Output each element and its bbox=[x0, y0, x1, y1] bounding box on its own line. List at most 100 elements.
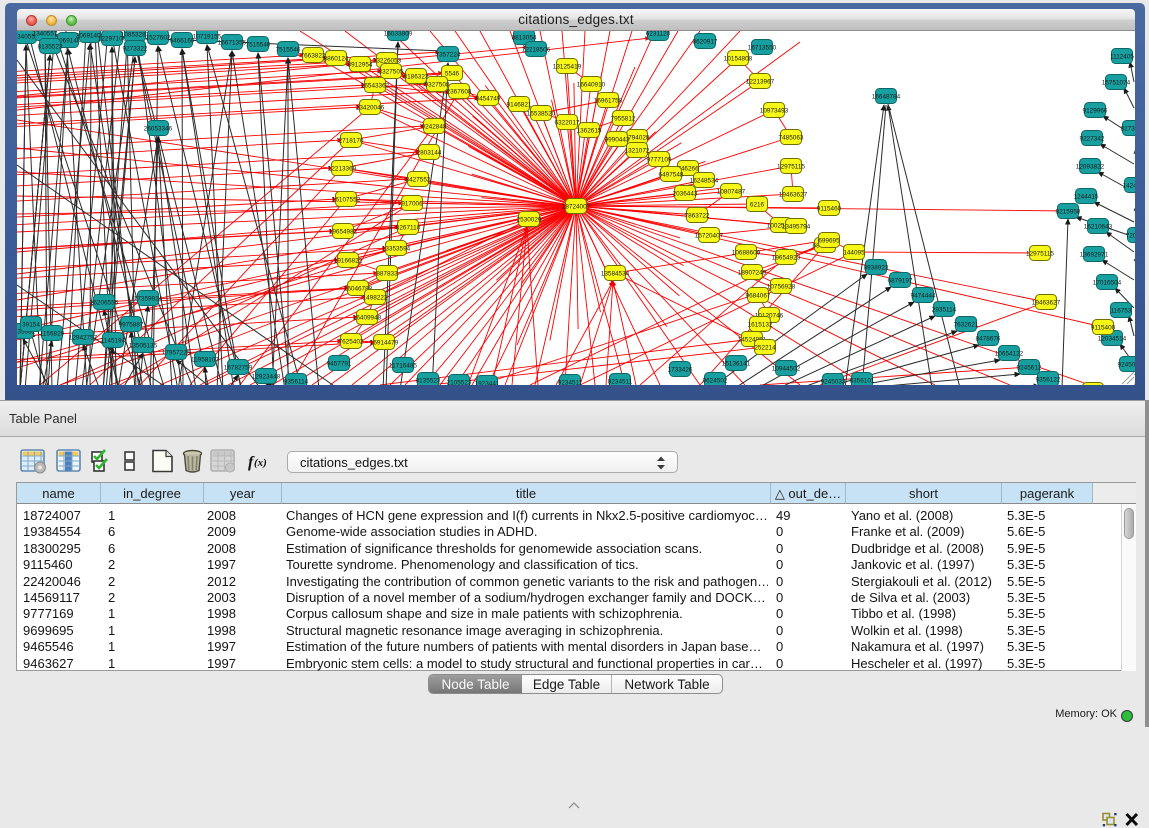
svg-text:1145194: 1145194 bbox=[101, 337, 126, 344]
svg-text:2036443: 2036443 bbox=[673, 190, 698, 197]
svg-text:8912954: 8912954 bbox=[348, 61, 373, 68]
svg-text:10756928: 10756928 bbox=[767, 283, 796, 290]
svg-text:7515546: 7515546 bbox=[246, 41, 271, 48]
svg-text:15538520: 15538520 bbox=[527, 110, 556, 117]
svg-text:12213369: 12213369 bbox=[328, 165, 357, 172]
svg-text:12213967: 12213967 bbox=[746, 78, 775, 85]
svg-text:17359924: 17359924 bbox=[134, 295, 163, 302]
svg-text:9356122: 9356122 bbox=[1036, 376, 1061, 383]
svg-text:8860124: 8860124 bbox=[324, 55, 349, 62]
svg-text:16640910: 16640910 bbox=[577, 81, 606, 88]
svg-text:2367608: 2367608 bbox=[447, 88, 472, 95]
svg-text:8620917: 8620917 bbox=[693, 38, 718, 45]
svg-text:6466160: 6466160 bbox=[170, 37, 195, 44]
svg-text:7485063: 7485063 bbox=[779, 134, 804, 141]
svg-text:917006: 917006 bbox=[401, 200, 423, 207]
svg-text:252214: 252214 bbox=[754, 344, 776, 351]
svg-text:7632621: 7632621 bbox=[954, 321, 979, 328]
svg-text:144095: 144095 bbox=[843, 249, 865, 256]
svg-text:15720407: 15720407 bbox=[695, 232, 724, 239]
svg-text:9684067: 9684067 bbox=[746, 292, 771, 299]
svg-text:9227342: 9227342 bbox=[1080, 135, 1105, 142]
svg-text:13353594: 13353594 bbox=[382, 245, 411, 252]
svg-text:9624502: 9624502 bbox=[703, 377, 728, 384]
svg-text:12975115: 12975115 bbox=[1026, 250, 1054, 257]
svg-text:6322017: 6322017 bbox=[555, 119, 580, 126]
svg-text:7357224: 7357224 bbox=[436, 51, 461, 58]
svg-text:10688609: 10688609 bbox=[732, 249, 761, 256]
svg-text:2718170: 2718170 bbox=[339, 137, 364, 144]
svg-text:23420046: 23420046 bbox=[356, 104, 385, 111]
svg-text:9242848: 9242848 bbox=[422, 123, 447, 130]
svg-text:7515546: 7515546 bbox=[276, 46, 301, 53]
svg-text:1615132: 1615132 bbox=[748, 321, 773, 328]
svg-text:19463627: 19463627 bbox=[779, 191, 808, 198]
svg-text:13495794: 13495794 bbox=[782, 223, 811, 230]
svg-text:10807487: 10807487 bbox=[717, 188, 746, 195]
svg-text:2935114: 2935114 bbox=[932, 306, 957, 313]
svg-text:8135523: 8135523 bbox=[416, 377, 441, 384]
svg-text:9975887: 9975887 bbox=[119, 321, 144, 328]
svg-text:9115460: 9115460 bbox=[817, 205, 842, 212]
svg-text:1244415: 1244415 bbox=[1074, 193, 1099, 200]
svg-text:1156829: 1156829 bbox=[40, 330, 65, 337]
svg-text:19654923: 19654923 bbox=[772, 254, 801, 261]
svg-text:1923441: 1923441 bbox=[475, 380, 500, 385]
svg-text:15751074: 15751074 bbox=[1102, 79, 1131, 86]
svg-text:7205112: 7205112 bbox=[1126, 232, 1135, 239]
svg-text:8454749: 8454749 bbox=[476, 95, 501, 102]
svg-text:1340557: 1340557 bbox=[33, 31, 58, 37]
svg-text:17957225: 17957225 bbox=[162, 349, 191, 356]
svg-text:(x): (x) bbox=[254, 457, 267, 469]
svg-text:9777109: 9777109 bbox=[647, 156, 672, 163]
svg-text:12093822: 12093822 bbox=[1076, 163, 1105, 170]
svg-text:16961758: 16961758 bbox=[594, 97, 623, 104]
svg-text:16409948: 16409948 bbox=[353, 314, 382, 321]
svg-text:18724007: 18724007 bbox=[562, 203, 591, 210]
svg-text:26053346: 26053346 bbox=[144, 125, 173, 132]
svg-text:1112405: 1112405 bbox=[1110, 53, 1134, 60]
svg-text:7663822: 7663822 bbox=[301, 52, 326, 59]
svg-text:26206556: 26206556 bbox=[90, 299, 119, 306]
svg-text:8215958: 8215958 bbox=[1056, 208, 1081, 215]
svg-text:9115400: 9115400 bbox=[1091, 324, 1116, 331]
svg-text:12942757: 12942757 bbox=[69, 334, 98, 341]
svg-text:12923448: 12923448 bbox=[252, 373, 281, 380]
svg-text:11958107: 11958107 bbox=[191, 356, 219, 363]
svg-text:16671355: 16671355 bbox=[218, 39, 247, 46]
svg-text:12218506: 12218506 bbox=[522, 46, 551, 53]
svg-text:17016504: 17016504 bbox=[1093, 279, 1122, 286]
svg-text:13692971: 13692971 bbox=[1080, 251, 1109, 258]
svg-text:9457791: 9457791 bbox=[327, 360, 352, 367]
svg-text:8267110: 8267110 bbox=[396, 224, 421, 231]
svg-text:1424553: 1424553 bbox=[1123, 182, 1135, 189]
svg-text:2530029: 2530029 bbox=[517, 216, 542, 223]
svg-text:10154808: 10154808 bbox=[724, 55, 753, 62]
svg-text:6216: 6216 bbox=[750, 201, 765, 208]
svg-text:9146821: 9146821 bbox=[507, 101, 532, 108]
svg-text:7863722: 7863722 bbox=[685, 212, 710, 219]
svg-text:9356114: 9356114 bbox=[284, 378, 309, 385]
svg-text:8427552: 8427552 bbox=[406, 176, 431, 183]
svg-text:16248534: 16248534 bbox=[690, 177, 719, 184]
svg-text:1321072: 1321072 bbox=[625, 147, 650, 154]
svg-text:8234511: 8234511 bbox=[608, 378, 633, 385]
svg-text:12975115: 12975115 bbox=[777, 163, 805, 170]
svg-text:8938923: 8938923 bbox=[864, 264, 889, 271]
svg-text:16713550: 16713550 bbox=[748, 44, 777, 51]
svg-text:9245012: 9245012 bbox=[1118, 361, 1135, 368]
svg-text:15136141: 15136141 bbox=[722, 360, 751, 367]
svg-text:1733426: 1733426 bbox=[668, 366, 693, 373]
svg-text:18907249: 18907249 bbox=[738, 269, 767, 276]
svg-text:9245612: 9245612 bbox=[1017, 364, 1042, 371]
svg-text:10944502: 10944502 bbox=[772, 365, 801, 372]
svg-text:7955812: 7955812 bbox=[611, 115, 636, 122]
svg-text:8135523: 8135523 bbox=[38, 43, 63, 50]
svg-text:13584534: 13584534 bbox=[601, 270, 630, 277]
svg-text:8813054: 8813054 bbox=[512, 34, 537, 41]
svg-text:16210643: 16210643 bbox=[1084, 223, 1113, 230]
svg-text:9273322: 9273322 bbox=[123, 45, 148, 52]
svg-text:9245033: 9245033 bbox=[821, 378, 846, 385]
svg-text:887833: 887833 bbox=[376, 270, 398, 277]
svg-text:19463627: 19463627 bbox=[1032, 299, 1061, 306]
